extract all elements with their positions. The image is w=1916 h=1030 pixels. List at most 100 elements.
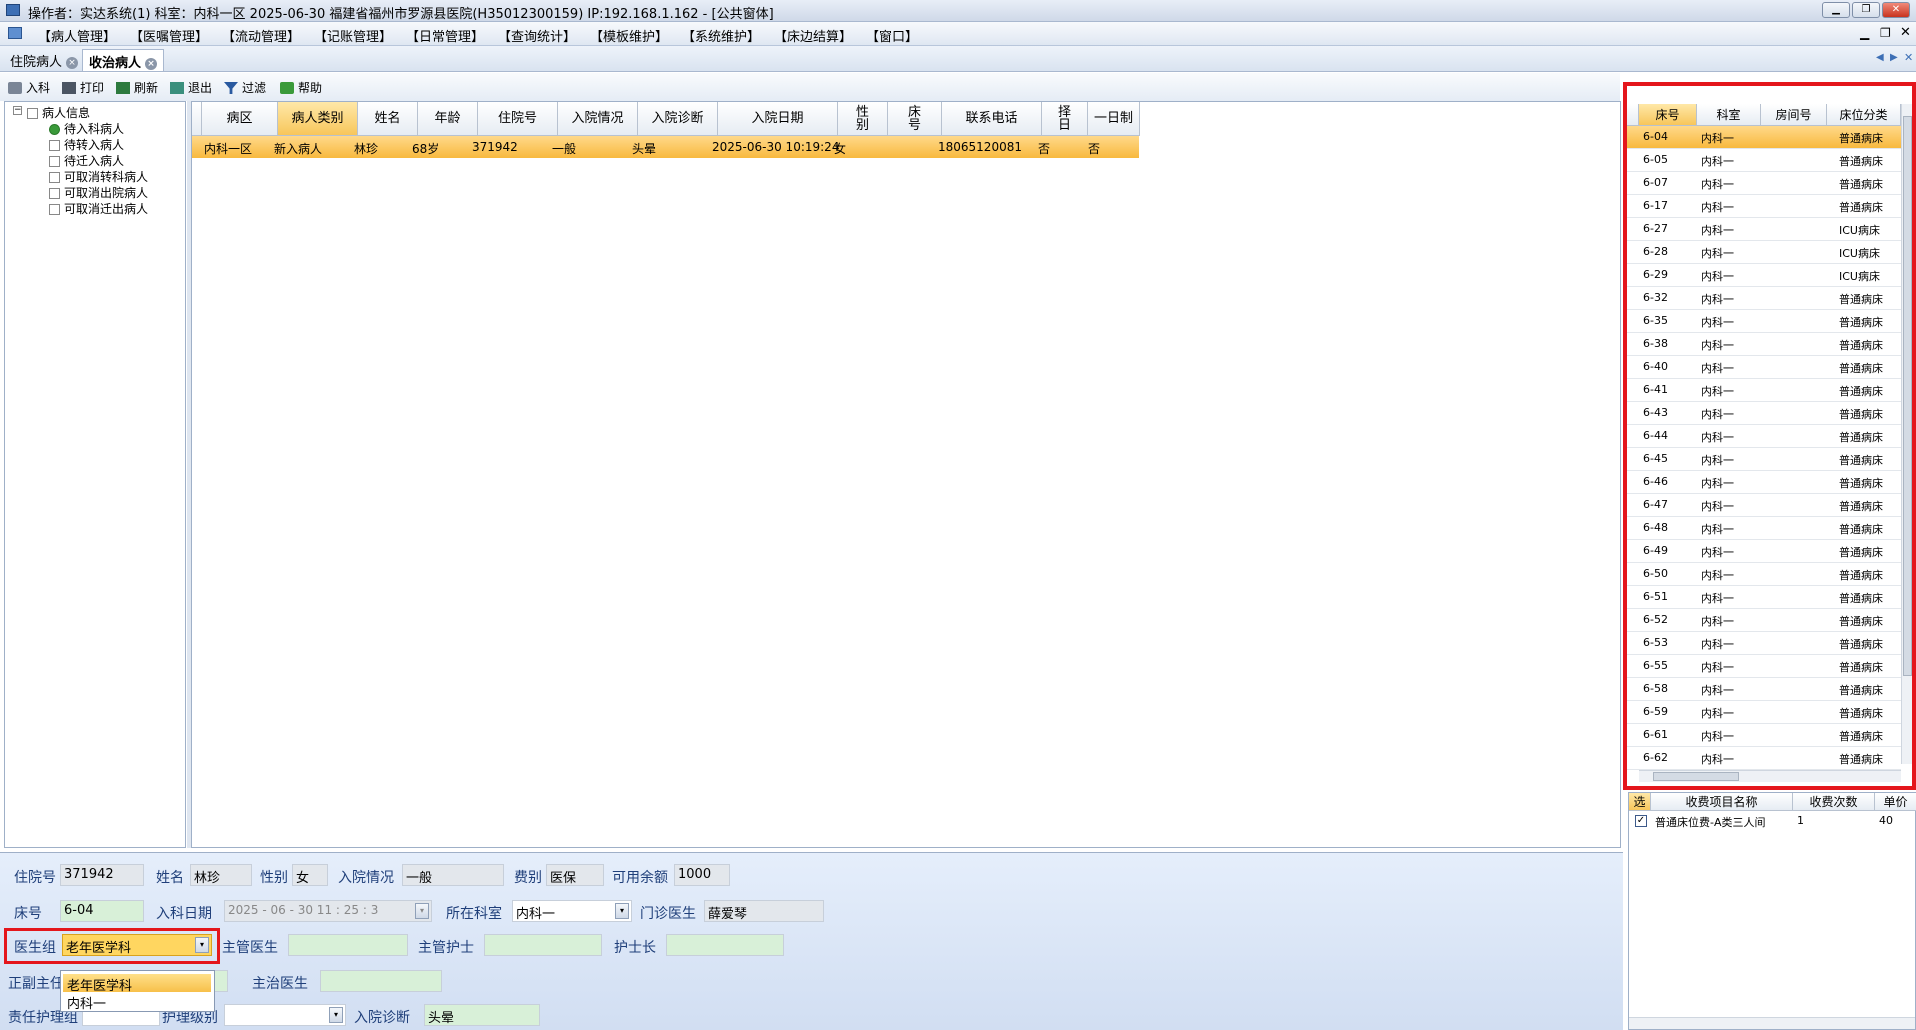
bed-row[interactable]: 6-28 内科一 ICU病床: [1627, 241, 1901, 264]
col-header-age[interactable]: 年龄: [418, 102, 478, 136]
gender-field[interactable]: 女: [292, 864, 328, 886]
menu-order-mgmt[interactable]: 【医嘱管理】: [130, 26, 208, 45]
tree-item-pending-transfer-in[interactable]: 待转入病人: [49, 136, 124, 153]
bed-row[interactable]: 6-47 内科一 普通病床: [1627, 494, 1901, 517]
col-header-condition[interactable]: 入院情况: [558, 102, 638, 136]
menu-bedside-settle[interactable]: 【床边结算】: [774, 26, 852, 45]
dept-select[interactable]: 内科一 ▾: [512, 900, 632, 922]
close-icon[interactable]: ×: [66, 56, 79, 69]
attending-doc-field[interactable]: [288, 934, 408, 956]
bed-field[interactable]: 6-04: [60, 900, 144, 922]
tab-close-all-icon[interactable]: ✕: [1904, 51, 1913, 64]
menu-window[interactable]: 【窗口】: [866, 26, 918, 45]
head-nurse-field[interactable]: [666, 934, 784, 956]
date-dropdown-icon[interactable]: ▾: [415, 903, 429, 919]
close-icon[interactable]: ×: [145, 57, 158, 70]
dropdown-option-internal-1[interactable]: 内科一: [63, 992, 211, 1012]
care-level-select[interactable]: ▾: [224, 1004, 346, 1026]
tab-inpatients[interactable]: 住院病人 ×: [4, 49, 84, 71]
scroll-thumb[interactable]: [1653, 772, 1739, 781]
menu-billing-mgmt[interactable]: 【记账管理】: [314, 26, 392, 45]
bed-row[interactable]: 6-05 内科一 普通病床: [1627, 149, 1901, 172]
fee-col-header-item[interactable]: 收费项目名称: [1651, 793, 1793, 811]
tree-item-pending-move-in[interactable]: 待迁入病人: [49, 152, 124, 169]
bed-col-header-dept[interactable]: 科室: [1697, 104, 1761, 126]
mdi-minimize-icon[interactable]: ▁: [1860, 26, 1869, 40]
bed-row[interactable]: 6-49 内科一 普通病床: [1627, 540, 1901, 563]
fee-checkbox[interactable]: ✓: [1635, 815, 1647, 827]
minimize-button[interactable]: ▁: [1822, 2, 1850, 18]
exit-button[interactable]: 退出: [170, 79, 212, 96]
menu-patient-mgmt[interactable]: 【病人管理】: [38, 26, 116, 45]
bed-row[interactable]: 6-38 内科一 普通病床: [1627, 333, 1901, 356]
outpatient-doc-field[interactable]: 薛爱琴: [704, 900, 824, 922]
tab-scroll-right-icon[interactable]: ▶: [1890, 52, 1898, 63]
col-header-one-day[interactable]: 一日制: [1088, 102, 1140, 136]
bed-row[interactable]: 6-55 内科一 普通病床: [1627, 655, 1901, 678]
bed-row[interactable]: 6-07 内科一 普通病床: [1627, 172, 1901, 195]
col-header-bed[interactable]: 床号: [888, 102, 942, 136]
bed-col-header-room[interactable]: 房间号: [1761, 104, 1827, 126]
bed-vertical-scrollbar[interactable]: [1901, 104, 1912, 764]
bed-row[interactable]: 6-32 内科一 普通病床: [1627, 287, 1901, 310]
menu-system[interactable]: 【系统维护】: [682, 26, 760, 45]
bed-col-header-type[interactable]: 床位分类: [1827, 104, 1901, 126]
fee-horizontal-scrollbar[interactable]: [1629, 1017, 1915, 1029]
tree-item-cancel-discharge[interactable]: 可取消出院病人: [49, 184, 148, 201]
admission-no-field[interactable]: 371942: [60, 864, 144, 886]
menu-query-stats[interactable]: 【查询统计】: [498, 26, 576, 45]
scroll-thumb[interactable]: [1903, 116, 1912, 676]
col-header-scheduled[interactable]: 择日: [1042, 102, 1088, 136]
mdi-restore-icon[interactable]: ❐: [1880, 26, 1891, 40]
bed-row[interactable]: 6-43 内科一 普通病床: [1627, 402, 1901, 425]
bed-row[interactable]: 6-46 内科一 普通病床: [1627, 471, 1901, 494]
col-header-ward[interactable]: 病区: [202, 102, 278, 136]
treating-doc-field[interactable]: [320, 970, 442, 992]
name-field[interactable]: 林珍: [190, 864, 252, 886]
col-header-diagnosis[interactable]: 入院诊断: [638, 102, 718, 136]
dropdown-option-geriatrics[interactable]: 老年医学科: [63, 974, 211, 994]
bed-row[interactable]: 6-48 内科一 普通病床: [1627, 517, 1901, 540]
bed-row[interactable]: 6-58 内科一 普通病床: [1627, 678, 1901, 701]
bed-col-header-no[interactable]: 床号: [1639, 104, 1697, 126]
admit-button[interactable]: 入科: [8, 79, 50, 96]
menu-daily-mgmt[interactable]: 【日常管理】: [406, 26, 484, 45]
close-button[interactable]: ✕: [1882, 2, 1910, 18]
bed-row[interactable]: 6-27 内科一 ICU病床: [1627, 218, 1901, 241]
col-header-name[interactable]: 姓名: [358, 102, 418, 136]
col-header-patient-type[interactable]: 病人类别: [278, 102, 358, 136]
mdi-close-icon[interactable]: ✕: [1900, 25, 1911, 40]
bed-row[interactable]: 6-44 内科一 普通病床: [1627, 425, 1901, 448]
tab-admit-patients[interactable]: 收治病人 ×: [82, 49, 165, 71]
menu-template[interactable]: 【模板维护】: [590, 26, 668, 45]
bed-row[interactable]: 6-62 内科一 普通病床: [1627, 747, 1901, 770]
app-menu-icon[interactable]: [8, 27, 22, 39]
bed-row[interactable]: 6-04 内科一 普通病床: [1627, 126, 1901, 149]
bed-row[interactable]: 6-59 内科一 普通病床: [1627, 701, 1901, 724]
bed-row[interactable]: 6-29 内科一 ICU病床: [1627, 264, 1901, 287]
tree-item-pending-admit[interactable]: 待入科病人: [49, 120, 124, 137]
fee-type-field[interactable]: 医保: [546, 864, 604, 886]
help-button[interactable]: 帮助: [280, 79, 322, 96]
bed-row[interactable]: 6-41 内科一 普通病床: [1627, 379, 1901, 402]
bed-row[interactable]: 6-61 内科一 普通病床: [1627, 724, 1901, 747]
col-header-admit-date[interactable]: 入院日期: [718, 102, 838, 136]
bed-horizontal-scrollbar[interactable]: [1639, 770, 1901, 782]
condition-field[interactable]: 一般: [402, 864, 504, 886]
tab-scroll-left-icon[interactable]: ◀: [1876, 52, 1884, 63]
menu-flow-mgmt[interactable]: 【流动管理】: [222, 26, 300, 45]
col-header-gender[interactable]: 性别: [838, 102, 888, 136]
bed-row[interactable]: 6-40 内科一 普通病床: [1627, 356, 1901, 379]
filter-button[interactable]: 过滤: [224, 79, 266, 96]
print-button[interactable]: 打印: [62, 79, 104, 96]
maximize-button[interactable]: ❐: [1852, 2, 1880, 18]
col-header-phone[interactable]: 联系电话: [942, 102, 1042, 136]
attending-nurse-field[interactable]: [484, 934, 602, 956]
col-header-admission-no[interactable]: 住院号: [478, 102, 558, 136]
chevron-down-icon[interactable]: ▾: [615, 903, 629, 919]
tree-item-cancel-move-out[interactable]: 可取消迁出病人: [49, 200, 148, 217]
enter-date-field[interactable]: 2025 - 06 - 30 11 : 25 : 3 ▾: [224, 900, 432, 922]
collapse-icon[interactable]: −: [13, 106, 22, 115]
tree-item-cancel-transfer[interactable]: 可取消转科病人: [49, 168, 148, 185]
balance-field[interactable]: 1000: [674, 864, 730, 886]
